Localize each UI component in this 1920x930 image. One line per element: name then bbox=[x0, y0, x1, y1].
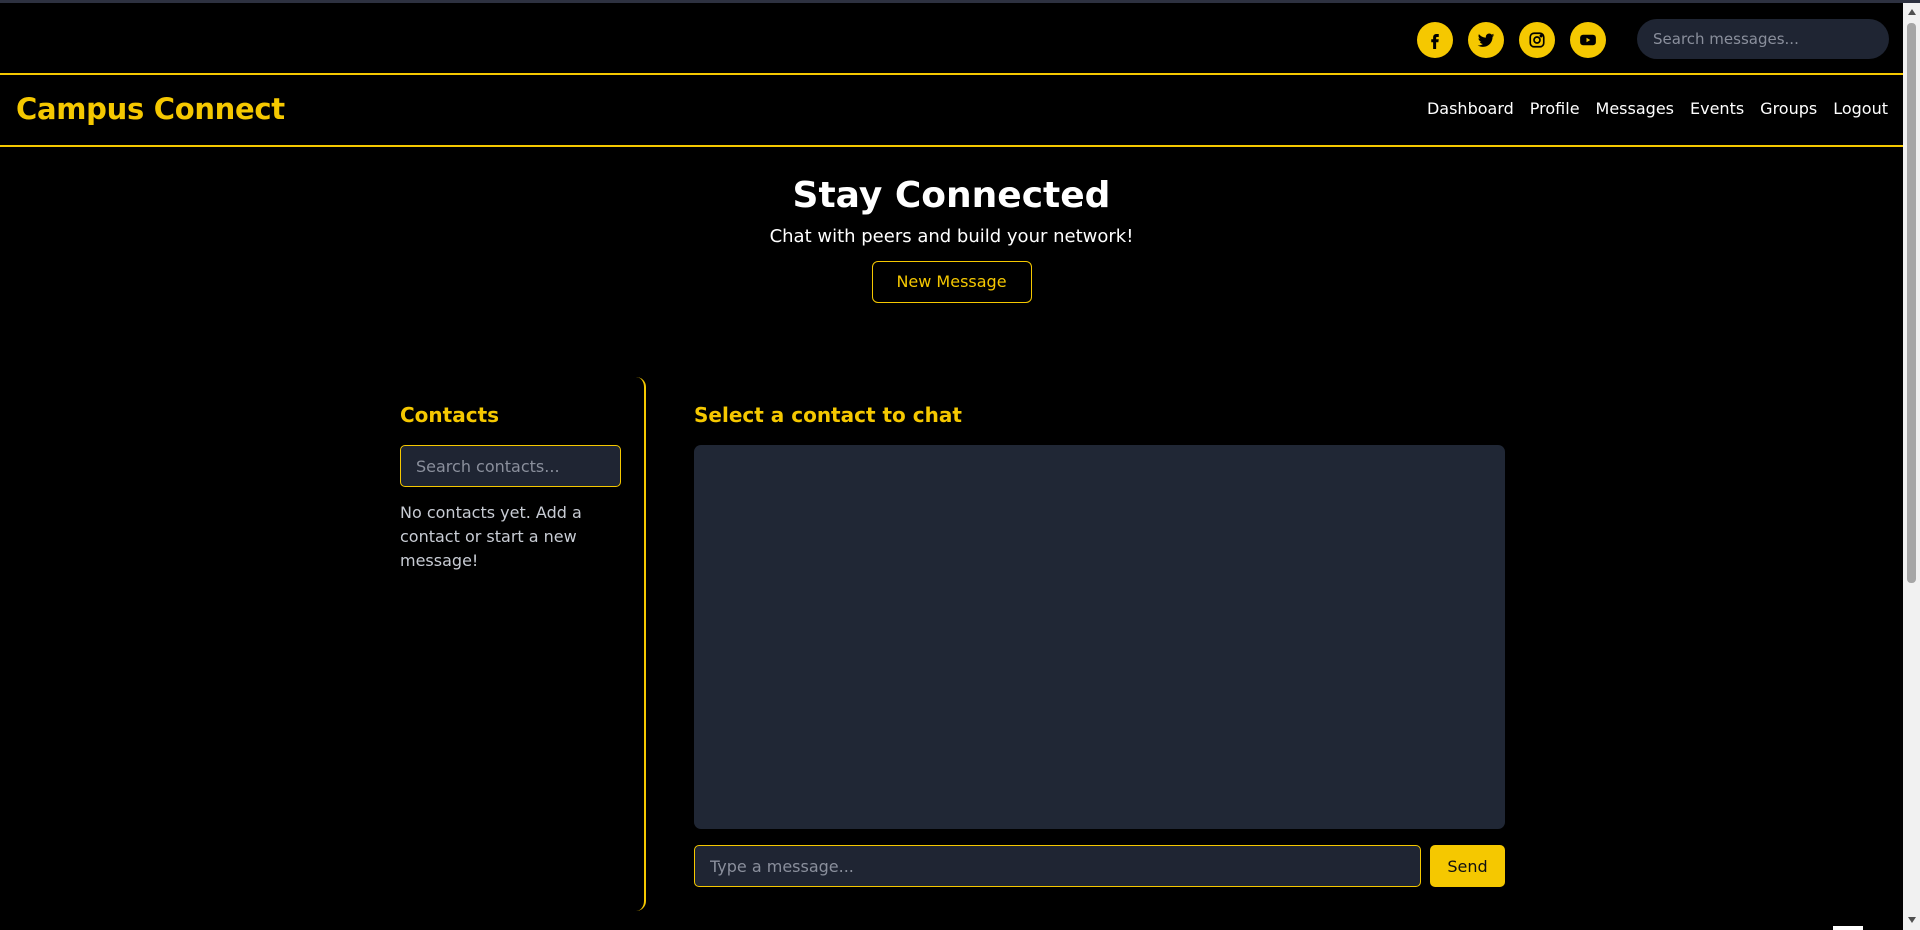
nav-logout[interactable]: Logout bbox=[1833, 99, 1888, 118]
message-input[interactable] bbox=[694, 845, 1421, 887]
nav-messages[interactable]: Messages bbox=[1596, 99, 1674, 118]
scrollbar-thumb[interactable] bbox=[1907, 23, 1916, 583]
send-button[interactable]: Send bbox=[1430, 845, 1505, 887]
instagram-icon[interactable] bbox=[1519, 22, 1555, 58]
search-contacts-input[interactable] bbox=[400, 445, 621, 487]
brand-logo[interactable]: Campus Connect bbox=[16, 92, 285, 126]
hero-subtitle: Chat with peers and build your network! bbox=[769, 226, 1134, 247]
twitter-icon[interactable] bbox=[1468, 22, 1504, 58]
nav-links: Dashboard Profile Messages Events Groups… bbox=[1427, 99, 1888, 118]
chat-title: Select a contact to chat bbox=[694, 403, 962, 427]
decorative-corner-mark bbox=[1833, 926, 1863, 930]
vertical-scrollbar[interactable] bbox=[1903, 3, 1920, 930]
search-messages-input[interactable] bbox=[1637, 19, 1889, 59]
main-navbar: Campus Connect Dashboard Profile Message… bbox=[0, 75, 1903, 147]
hero-title: Stay Connected bbox=[792, 175, 1111, 216]
nav-events[interactable]: Events bbox=[1690, 99, 1744, 118]
nav-dashboard[interactable]: Dashboard bbox=[1427, 99, 1514, 118]
youtube-icon[interactable] bbox=[1570, 22, 1606, 58]
chat-panel: Select a contact to chat Send bbox=[694, 377, 1505, 911]
nav-groups[interactable]: Groups bbox=[1760, 99, 1817, 118]
empty-contacts-message: No contacts yet. Add a contact or start … bbox=[400, 503, 582, 570]
new-message-button[interactable]: New Message bbox=[871, 261, 1032, 303]
top-utility-bar bbox=[0, 3, 1903, 75]
facebook-icon[interactable] bbox=[1417, 22, 1453, 58]
scroll-up-arrow[interactable] bbox=[1903, 3, 1920, 20]
contacts-title: Contacts bbox=[400, 403, 500, 427]
chat-message-window[interactable] bbox=[694, 445, 1505, 829]
nav-profile[interactable]: Profile bbox=[1530, 99, 1580, 118]
scroll-down-arrow[interactable] bbox=[1903, 911, 1920, 928]
contacts-panel: Contacts No contacts yet. Add a contact … bbox=[400, 377, 646, 911]
hero-section: Stay Connected Chat with peers and build… bbox=[0, 150, 1903, 303]
